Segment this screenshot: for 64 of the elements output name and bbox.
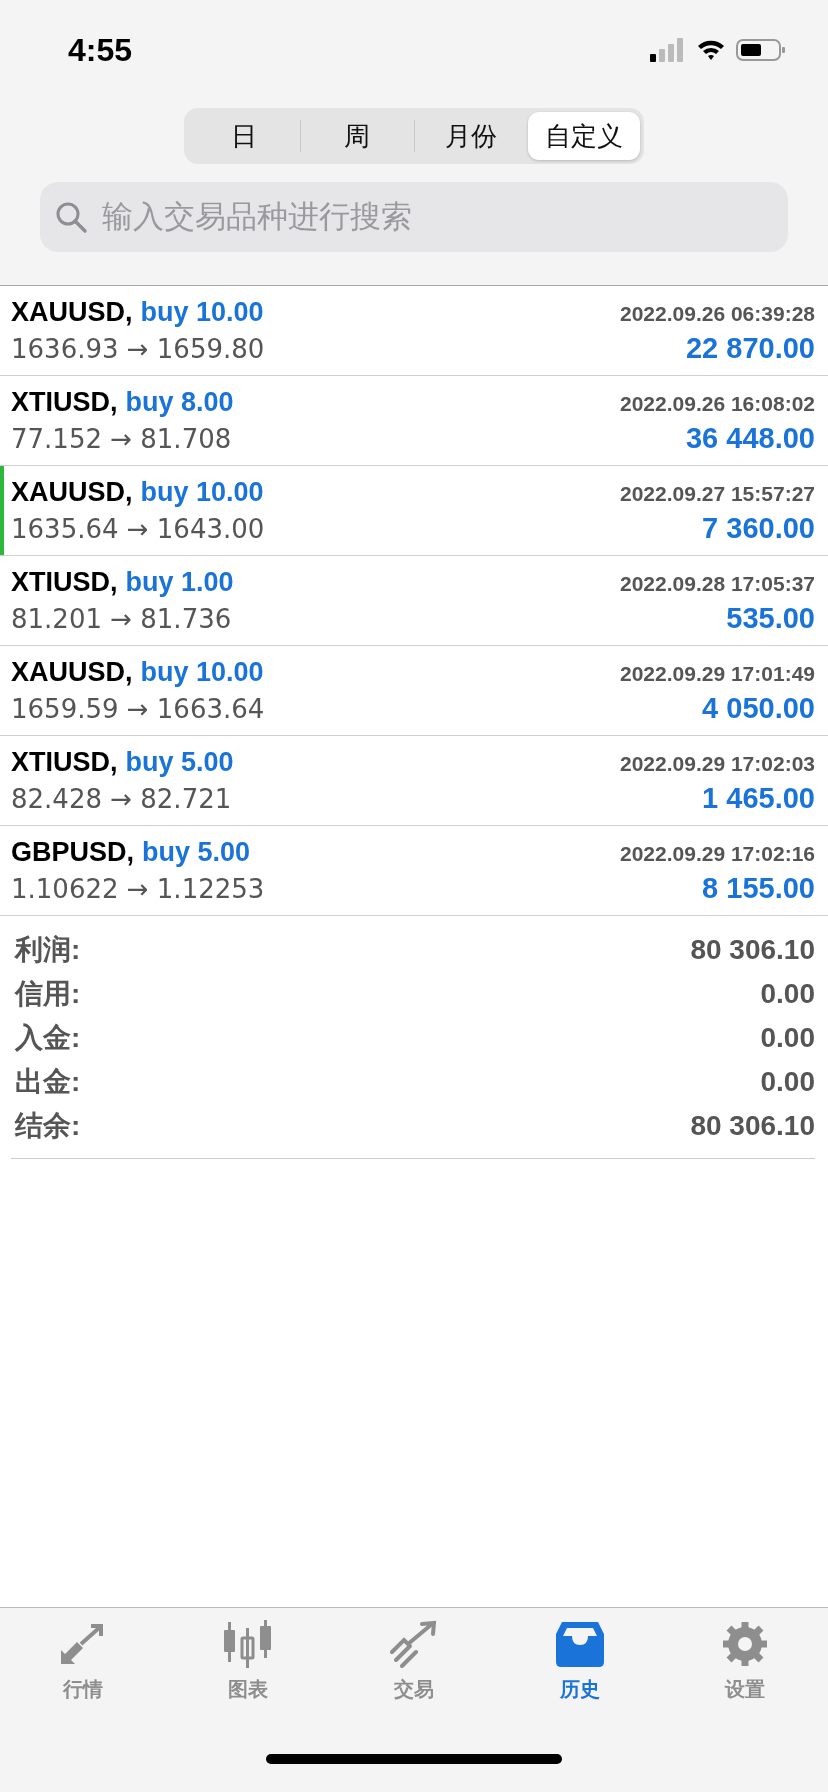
trade-profit: 1 465.00 <box>702 781 815 815</box>
trade-side: buy 10.00 <box>140 476 264 508</box>
trade-symbol: XAUUSD, <box>11 656 133 688</box>
trade-profit: 7 360.00 <box>702 511 815 545</box>
tab-item[interactable]: 历史 <box>496 1620 663 1726</box>
trade-side: buy 5.00 <box>125 746 234 778</box>
trade-row[interactable]: XTIUSD, buy 1.00 2022.09.28 17:05:37 81.201 → 81.736 535.00 <box>0 556 828 646</box>
trade-prices: 1636.93 → 1659.80 <box>11 333 265 364</box>
trade-time: 2022.09.29 17:02:16 <box>620 841 815 866</box>
period-tab[interactable]: 自定义 <box>527 112 640 160</box>
trade-prices: 77.152 → 81.708 <box>11 423 232 454</box>
trade-time: 2022.09.27 15:57:27 <box>620 481 815 506</box>
trade-profit: 8 155.00 <box>702 871 815 905</box>
trade-row[interactable]: XTIUSD, buy 5.00 2022.09.29 17:02:03 82.428 → 82.721 1 465.00 <box>0 736 828 826</box>
trade-symbol: XTIUSD, <box>11 386 118 418</box>
trade-prices: 1635.64 → 1643.00 <box>11 513 265 544</box>
status-time: 4:55 <box>68 31 133 69</box>
trade-profit: 22 870.00 <box>686 331 815 365</box>
summary-label: 入金: <box>15 1021 81 1055</box>
trade-profit: 4 050.00 <box>702 691 815 725</box>
trade-time: 2022.09.29 17:02:03 <box>620 751 815 776</box>
trade-profit: 535.00 <box>726 601 815 635</box>
trade-prices: 82.428 → 82.721 <box>11 783 232 814</box>
search-field[interactable]: 输入交易品种进行搜索 <box>40 182 788 252</box>
summary-value: 0.00 <box>760 978 815 1010</box>
trade-side: buy 10.00 <box>140 296 264 328</box>
wifi-icon <box>696 38 726 62</box>
trade-symbol: XTIUSD, <box>11 746 118 778</box>
trade-side: buy 8.00 <box>125 386 234 418</box>
trade-row[interactable]: GBPUSD, buy 5.00 2022.09.29 17:02:16 1.10622 → 1.12253 8 155.00 <box>0 826 828 916</box>
trade-profit: 36 448.00 <box>686 421 815 455</box>
trade-symbol: XAUUSD, <box>11 296 133 328</box>
summary-label: 信用: <box>15 977 81 1011</box>
trade-symbol: GBPUSD, <box>11 836 135 868</box>
summary-value: 80 306.10 <box>690 1110 815 1142</box>
trade-prices: 81.201 → 81.736 <box>11 603 232 634</box>
trade-symbol: XAUUSD, <box>11 476 133 508</box>
trade-side: buy 5.00 <box>142 836 251 868</box>
period-tab[interactable]: 周 <box>301 112 414 160</box>
battery-icon <box>736 38 786 62</box>
trade-prices: 1659.59 → 1663.64 <box>11 693 265 724</box>
trade-side: buy 10.00 <box>140 656 264 688</box>
trade-row[interactable]: XAUUSD, buy 10.00 2022.09.26 06:39:28 1636.93 → 1659.80 22 870.00 <box>0 286 828 376</box>
trade-symbol: XTIUSD, <box>11 566 118 598</box>
inbox-tray-icon <box>553 1620 606 1668</box>
trade-time: 2022.09.29 17:01:49 <box>620 661 815 686</box>
trade-row[interactable]: XAUUSD, buy 10.00 2022.09.29 17:01:49 1659.59 → 1663.64 4 050.00 <box>0 646 828 736</box>
signal-icon <box>650 38 686 62</box>
summary-value: 80 306.10 <box>690 934 815 966</box>
trade-time: 2022.09.28 17:05:37 <box>620 571 815 596</box>
trade-prices: 1.10622 → 1.12253 <box>11 873 265 904</box>
period-tab[interactable]: 日 <box>188 112 301 160</box>
trade-row[interactable]: XTIUSD, buy 8.00 2022.09.26 16:08:02 77.152 → 81.708 36 448.00 <box>0 376 828 466</box>
summary-label: 利润: <box>15 933 81 967</box>
trade-time: 2022.09.26 06:39:28 <box>620 301 815 326</box>
summary-label: 出金: <box>15 1065 81 1099</box>
trade-side: buy 1.00 <box>125 566 234 598</box>
search-icon <box>54 200 88 234</box>
summary-value: 0.00 <box>760 1022 815 1054</box>
summary-label: 结余: <box>15 1109 81 1143</box>
trade-row[interactable]: XAUUSD, buy 10.00 2022.09.27 15:57:27 1635.64 → 1643.00 7 360.00 <box>0 466 828 556</box>
period-tab[interactable]: 月份 <box>414 112 527 160</box>
summary-value: 0.00 <box>760 1066 815 1098</box>
trade-time: 2022.09.26 16:08:02 <box>620 391 815 416</box>
